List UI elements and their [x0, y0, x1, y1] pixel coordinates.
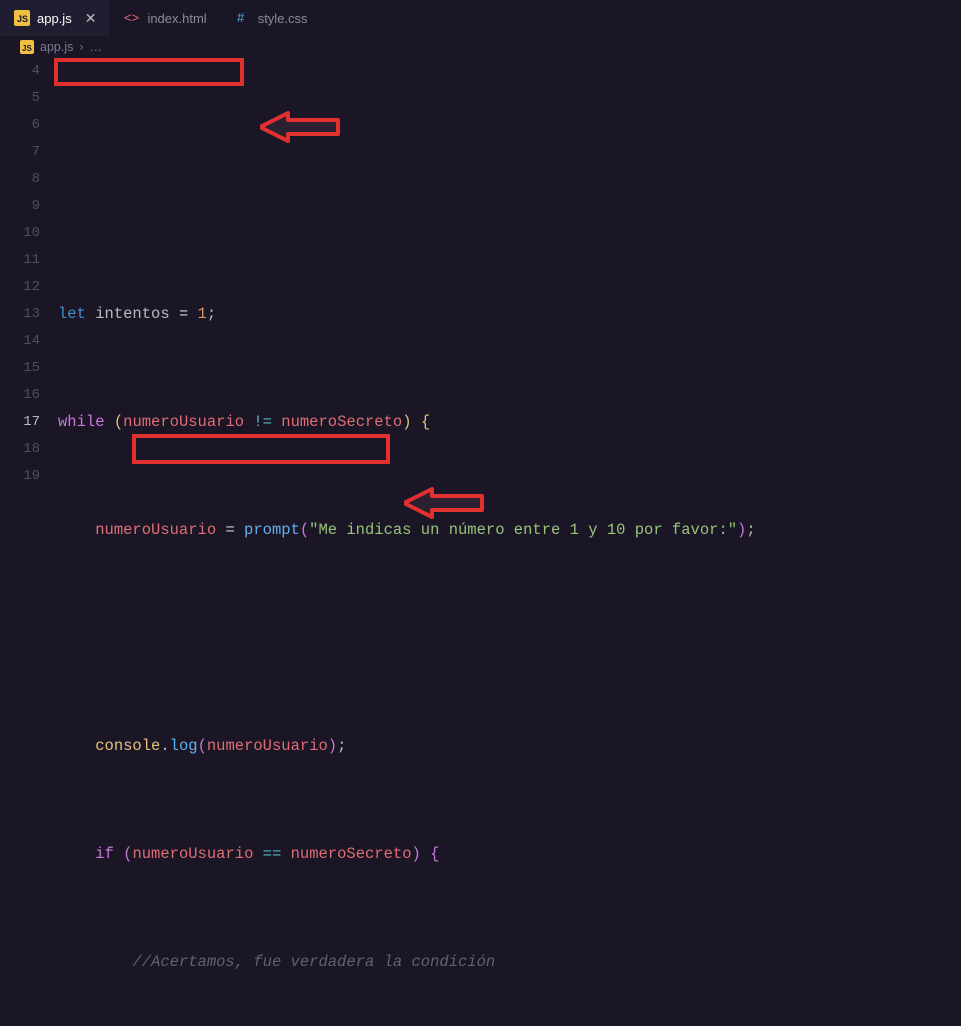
svg-text:<>: <>	[124, 10, 139, 25]
code-line: let intentos = 1;	[58, 301, 961, 328]
code-line: if (numeroUsuario == numeroSecreto) {	[58, 841, 961, 868]
arrow-annotation-2	[404, 430, 494, 576]
code-area[interactable]: let intentos = 1; while (numeroUsuario !…	[58, 58, 961, 1026]
code-line: console.log(numeroUsuario);	[58, 733, 961, 760]
tab-label: index.html	[147, 11, 206, 26]
code-line: //Acertamos, fue verdadera la condición	[58, 949, 961, 976]
html-file-icon: <>	[124, 10, 140, 26]
code-line	[58, 625, 961, 652]
svg-text:#: #	[237, 10, 245, 25]
css-file-icon: #	[235, 10, 251, 26]
breadcrumb-file: app.js	[40, 40, 73, 54]
code-editor[interactable]: 4567 891011 12131415 16171819 let intent…	[0, 58, 961, 1026]
tab-label: style.css	[258, 11, 308, 26]
highlight-box-2	[132, 434, 390, 464]
tab-bar: JS app.js ✕ <> index.html # style.css	[0, 0, 961, 36]
chevron-right-icon: ›	[79, 40, 83, 54]
line-gutter: 4567 891011 12131415 16171819	[0, 58, 58, 1026]
svg-text:JS: JS	[22, 44, 32, 53]
tab-index-html[interactable]: <> index.html	[110, 0, 220, 36]
code-line: numeroUsuario = prompt("Me indicas un nú…	[58, 517, 961, 544]
svg-text:JS: JS	[17, 14, 28, 24]
js-file-icon: JS	[20, 40, 34, 54]
js-file-icon: JS	[14, 10, 30, 26]
arrow-annotation-1	[260, 54, 350, 200]
tab-app-js[interactable]: JS app.js ✕	[0, 0, 110, 36]
tab-label: app.js	[37, 11, 72, 26]
breadcrumb[interactable]: JS app.js › …	[0, 36, 961, 58]
tab-style-css[interactable]: # style.css	[221, 0, 322, 36]
highlight-box-1	[54, 58, 244, 86]
breadcrumb-more: …	[90, 40, 103, 54]
code-line: while (numeroUsuario != numeroSecreto) {	[58, 409, 961, 436]
close-icon[interactable]: ✕	[85, 10, 97, 27]
